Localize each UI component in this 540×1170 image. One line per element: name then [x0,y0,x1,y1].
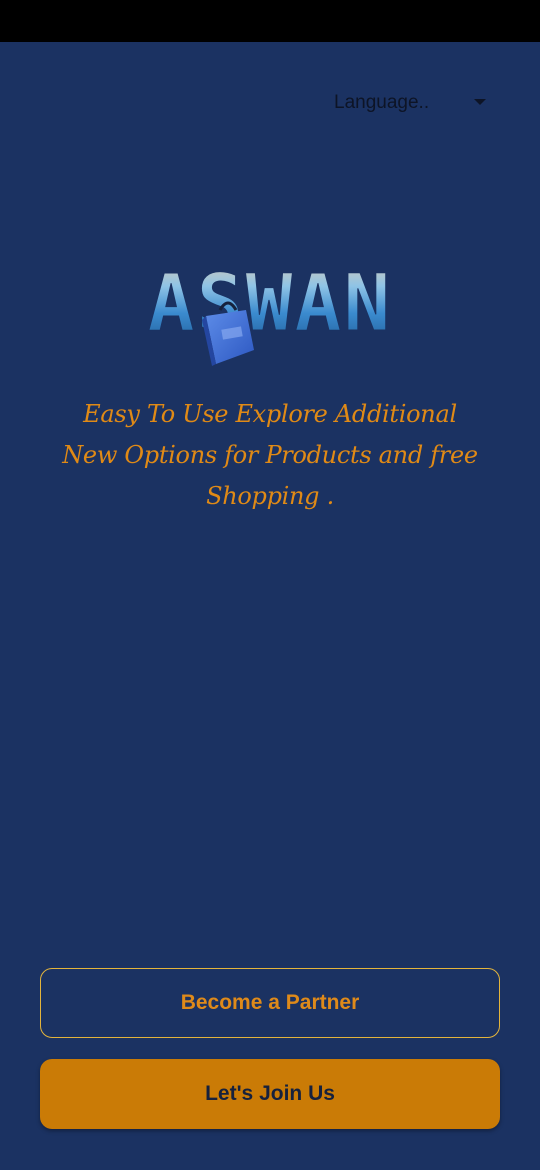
app-logo: ASWAN [138,250,402,380]
language-dropdown-label: Language.. [334,92,430,113]
language-dropdown[interactable]: Language.. [326,86,496,120]
logo-text: ASWAN [148,259,393,349]
tagline-line-3: Shopping . [206,482,334,510]
tagline-line-2: New Options for Products and free [62,441,478,469]
become-partner-button[interactable]: Become a Partner [40,968,500,1038]
welcome-screen: Language.. ASWAN Easy To Use Explore Add… [0,42,540,1170]
become-partner-label: Become a Partner [180,991,360,1014]
tagline: Easy To Use Explore Additional New Optio… [40,394,500,517]
chevron-down-icon [474,99,486,105]
tagline-line-1: Easy To Use Explore Additional [83,400,457,428]
join-us-label: Let's Join Us [205,1082,335,1105]
status-bar [0,0,540,42]
join-us-button[interactable]: Let's Join Us [40,1059,500,1129]
aswan-logo-graphic: ASWAN [147,259,393,366]
